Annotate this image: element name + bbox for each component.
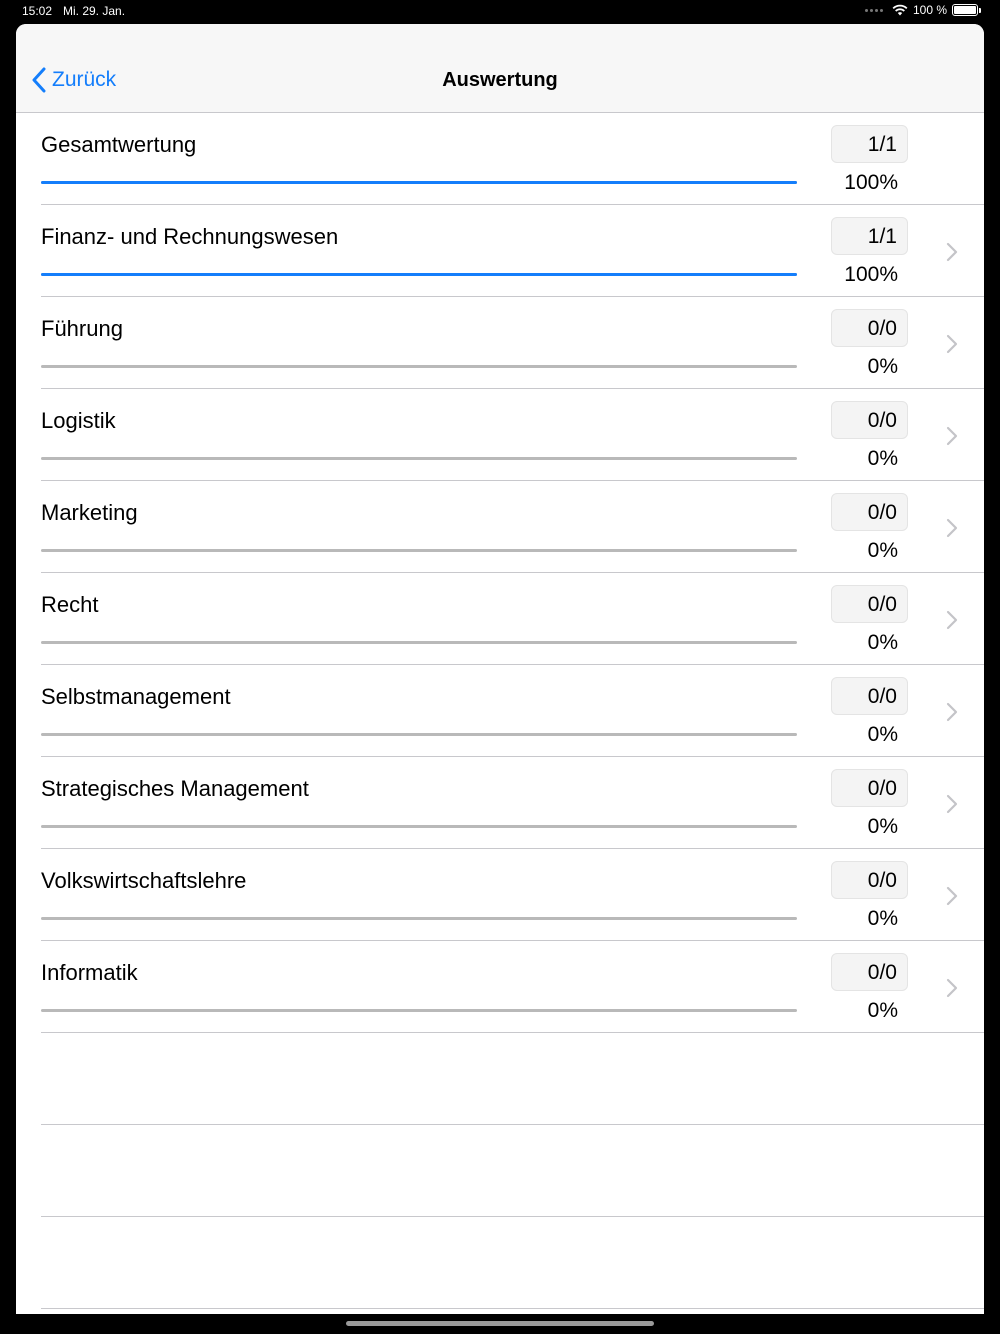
chevron-right-icon: [946, 886, 958, 906]
list-item[interactable]: Marketing 0/0 0%: [16, 481, 984, 573]
count-field: 0/0: [831, 585, 908, 623]
empty-row: [16, 1217, 984, 1309]
progress-bar: [41, 273, 797, 276]
home-indicator[interactable]: [346, 1321, 654, 1326]
empty-row: [16, 1125, 984, 1217]
progress-fill: [41, 273, 797, 276]
category-label: Gesamtwertung: [41, 132, 197, 157]
list-item[interactable]: Strategisches Management 0/0 0%: [16, 757, 984, 849]
list-item[interactable]: Volkswirtschaftslehre 0/0 0%: [16, 849, 984, 941]
percent-label: 0%: [867, 907, 898, 930]
progress-bar: [41, 917, 797, 920]
progress-bar: [41, 549, 797, 552]
progress-bar: [41, 365, 797, 368]
list-item[interactable]: Führung 0/0 0%: [16, 297, 984, 389]
list-item[interactable]: Finanz- und Rechnungswesen 1/1 100%: [16, 205, 984, 297]
category-label: Recht: [41, 592, 99, 617]
battery-percent: 100 %: [912, 3, 947, 17]
percent-label: 0%: [867, 723, 898, 746]
list-item[interactable]: Recht 0/0 0%: [16, 573, 984, 665]
count-field: 0/0: [831, 493, 908, 531]
category-label: Volkswirtschaftslehre: [41, 868, 247, 893]
count-field: 0/0: [831, 401, 908, 439]
percent-label: 0%: [867, 447, 898, 470]
chevron-right-icon: [946, 794, 958, 814]
status-date: Mi. 29. Jan.: [63, 4, 126, 18]
progress-fill: [41, 181, 797, 184]
chevron-right-icon: [946, 702, 958, 722]
page-title: Auswertung: [442, 69, 558, 91]
list-item[interactable]: Gesamtwertung 1/1 100%: [16, 113, 984, 205]
count-field: 1/1: [831, 217, 908, 255]
navigation-bar: Zurück Auswertung: [16, 24, 984, 113]
signal-icon: [864, 8, 883, 12]
progress-bar: [41, 825, 797, 828]
progress-bar: [41, 733, 797, 736]
category-label: Führung: [41, 316, 123, 341]
progress-bar: [41, 641, 797, 644]
category-label: Selbstmanagement: [41, 684, 231, 709]
category-label: Informatik: [41, 960, 138, 985]
percent-label: 0%: [867, 631, 898, 654]
chevron-right-icon: [946, 610, 958, 630]
chevron-right-icon: [946, 334, 958, 354]
status-indicators: 100 %: [864, 3, 981, 17]
chevron-right-icon: [946, 242, 958, 262]
category-label: Marketing: [41, 500, 138, 525]
wifi-icon: [892, 4, 908, 16]
count-field: 0/0: [831, 677, 908, 715]
list-item[interactable]: Logistik 0/0 0%: [16, 389, 984, 481]
status-time: 15:02: [22, 4, 53, 18]
progress-bar: [41, 181, 797, 184]
count-field: 0/0: [831, 309, 908, 347]
list-item[interactable]: Informatik 0/0 0%: [16, 941, 984, 1033]
count-field: 1/1: [831, 125, 908, 163]
chevron-right-icon: [946, 978, 958, 998]
count-field: 0/0: [831, 769, 908, 807]
count-field: 0/0: [831, 953, 908, 991]
category-label: Strategisches Management: [41, 776, 309, 801]
screen: Zurück Auswertung Gesamtwertung 1/1 100% Fi…: [16, 24, 984, 1314]
category-list: Gesamtwertung 1/1 100% Finanz- und Rechnung…: [16, 113, 984, 1309]
battery-icon: [952, 4, 981, 16]
status-bar: 15:02 Mi. 29. Jan. 100 %: [0, 0, 1000, 22]
percent-label: 100%: [844, 263, 898, 286]
progress-bar: [41, 457, 797, 460]
percent-label: 0%: [867, 815, 898, 838]
list-item[interactable]: Selbstmanagement 0/0 0%: [16, 665, 984, 757]
progress-bar: [41, 1009, 797, 1012]
percent-label: 0%: [867, 355, 898, 378]
category-label: Logistik: [41, 408, 116, 433]
percent-label: 0%: [867, 999, 898, 1022]
percent-label: 100%: [844, 171, 898, 194]
chevron-right-icon: [946, 426, 958, 446]
percent-label: 0%: [867, 539, 898, 562]
category-label: Finanz- und Rechnungswesen: [41, 224, 339, 249]
chevron-right-icon: [946, 518, 958, 538]
empty-row: [16, 1033, 984, 1125]
count-field: 0/0: [831, 861, 908, 899]
